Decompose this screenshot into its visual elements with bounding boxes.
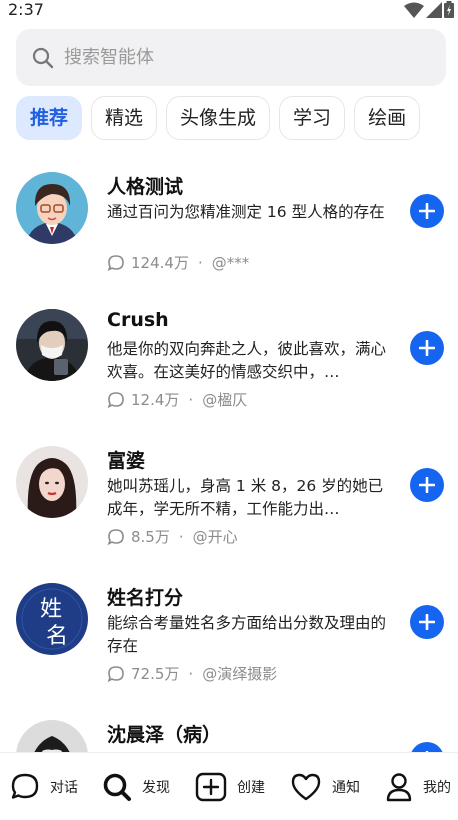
search-icon (103, 773, 131, 801)
tab-featured[interactable]: 精选 (91, 96, 158, 140)
avatar (16, 446, 88, 518)
avatar (16, 172, 88, 244)
plus-icon (419, 477, 435, 493)
agent-description: 能综合考量姓名多方面给出分数及理由的存在 (107, 614, 387, 655)
avatar (16, 720, 88, 752)
nav-notifications-label: 通知 (332, 780, 360, 796)
separator-dot: · (188, 664, 194, 683)
nav-chat[interactable]: 对话 (10, 753, 78, 820)
list-item[interactable]: 沈晨泽（病） (0, 700, 458, 752)
logo-char-1: 姓 (40, 597, 62, 622)
agent-list: 人格测试 通过百问为您精准测定 16 型人格的存在 124.4万 · @*** … (0, 152, 458, 752)
agent-description: 他是你的双向奔赴之人，彼此喜欢，满心欢喜。在这美好的情感交织中，… (107, 340, 387, 381)
battery-icon (444, 1, 454, 18)
list-item[interactable]: 富婆 她叫苏瑶儿，身高 1 米 8，26 岁的她已成年，学无所不精，工作能力出…… (0, 426, 458, 562)
status-time: 2:37 (8, 0, 44, 19)
add-agent-button[interactable] (410, 468, 444, 502)
search-input[interactable] (64, 47, 404, 68)
add-agent-button[interactable] (410, 742, 444, 752)
tab-study[interactable]: 学习 (279, 96, 346, 140)
status-bar: 2:37 (0, 0, 458, 22)
agent-title: 沈晨泽（病） (107, 724, 222, 746)
avatar (16, 309, 88, 381)
add-agent-button[interactable] (410, 605, 444, 639)
comment-icon (107, 391, 124, 408)
signal-icon (426, 1, 442, 18)
bottom-navigation: 对话 发现 创建 通知 我的 (0, 752, 458, 820)
add-square-icon (195, 772, 227, 802)
plus-icon (419, 614, 435, 630)
nav-discover-label: 发现 (142, 780, 170, 796)
nav-profile-label: 我的 (423, 780, 451, 796)
add-agent-button[interactable] (410, 194, 444, 228)
author-name[interactable]: @楹仄 (202, 389, 247, 410)
plus-icon (419, 203, 435, 219)
nav-create[interactable]: 创建 (195, 753, 265, 820)
agent-title: 富婆 (107, 450, 146, 472)
avatar: 姓 名 (16, 583, 88, 655)
agent-title: Crush (107, 309, 169, 331)
agent-description: 通过百问为您精准测定 16 型人格的存在 (107, 203, 385, 221)
comment-icon (107, 528, 124, 545)
list-item[interactable]: 人格测试 通过百问为您精准测定 16 型人格的存在 124.4万 · @*** (0, 152, 458, 288)
wifi-icon (404, 2, 424, 18)
list-item[interactable]: Crush 他是你的双向奔赴之人，彼此喜欢，满心欢喜。在这美好的情感交织中，… … (0, 289, 458, 425)
comment-icon (107, 254, 124, 271)
agent-meta: 8.5万 · @开心 (107, 526, 238, 547)
conversation-count: 12.4万 (131, 391, 180, 409)
comment-icon (107, 665, 124, 682)
separator-dot: · (188, 390, 194, 409)
agent-meta: 12.4万 · @楹仄 (107, 389, 247, 410)
person-icon (386, 773, 412, 802)
conversation-count: 8.5万 (131, 528, 170, 546)
add-agent-button[interactable] (410, 331, 444, 365)
agent-title: 姓名打分 (107, 587, 184, 609)
separator-dot: · (178, 527, 184, 546)
search-bar[interactable] (16, 29, 446, 86)
status-icons (404, 1, 454, 18)
agent-meta: 72.5万 · @演绎摄影 (107, 663, 277, 684)
nav-notifications[interactable]: 通知 (290, 753, 360, 820)
separator-dot: · (197, 253, 203, 272)
search-icon (32, 47, 54, 68)
list-item[interactable]: 姓 名 姓名打分 能综合考量姓名多方面给出分数及理由的存在 72.5万 · @演… (0, 563, 458, 699)
author-name[interactable]: @*** (212, 254, 250, 272)
nav-chat-label: 对话 (50, 780, 78, 796)
conversation-count: 72.5万 (131, 665, 180, 683)
nav-create-label: 创建 (237, 780, 265, 796)
nav-discover[interactable]: 发现 (102, 753, 170, 820)
tab-recommended[interactable]: 推荐 (16, 96, 83, 140)
agent-meta: 124.4万 · @*** (107, 252, 249, 273)
tab-avatar-generation[interactable]: 头像生成 (166, 96, 271, 140)
tab-painting[interactable]: 绘画 (354, 96, 421, 140)
heart-icon (291, 773, 321, 801)
author-name[interactable]: @演绎摄影 (202, 663, 277, 684)
author-name[interactable]: @开心 (193, 526, 238, 547)
conversation-count: 124.4万 (131, 254, 189, 272)
category-tabs: 推荐 精选 头像生成 学习 绘画 (16, 96, 458, 142)
nav-profile[interactable]: 我的 (385, 753, 451, 820)
chat-icon (11, 773, 39, 799)
agent-title: 人格测试 (107, 176, 184, 198)
plus-icon (419, 340, 435, 356)
agent-description: 她叫苏瑶儿，身高 1 米 8，26 岁的她已成年，学无所不精，工作能力出… (107, 477, 384, 518)
logo-char-2: 名 (46, 624, 68, 649)
